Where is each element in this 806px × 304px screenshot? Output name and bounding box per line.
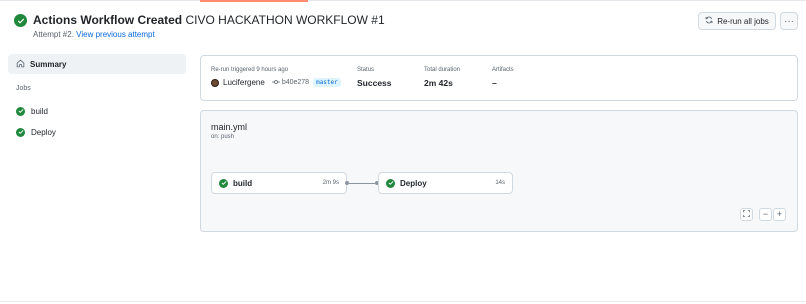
- artifacts-label: Artifacts: [492, 67, 514, 73]
- fullscreen-button[interactable]: [740, 208, 753, 221]
- workflow-graph: main.yml on: push build 2m 9s Deploy 14s…: [200, 110, 798, 232]
- actor-link[interactable]: Lucifergene: [223, 78, 265, 87]
- sidebar-item-deploy[interactable]: Deploy: [16, 125, 56, 139]
- zoom-in-button[interactable]: +: [773, 208, 786, 221]
- more-options-button[interactable]: ···: [780, 12, 798, 30]
- status-label: Status: [357, 67, 375, 73]
- run-success-icon: [14, 14, 27, 27]
- home-icon: [16, 59, 25, 70]
- check-circle-icon: [16, 127, 25, 137]
- job-duration: 14s: [495, 180, 505, 186]
- attempt-text: Attempt #2.: [33, 30, 74, 39]
- check-circle-icon: [386, 178, 395, 188]
- status-value: Success: [357, 78, 392, 88]
- job-name: Deploy: [400, 178, 427, 188]
- workflow-trigger: on: push: [211, 134, 235, 140]
- attempt-info: Attempt #2. View previous attempt: [33, 30, 155, 39]
- view-previous-attempt-link[interactable]: View previous attempt: [76, 30, 155, 39]
- duration-label: Total duration: [424, 67, 461, 73]
- graph-job-build[interactable]: build 2m 9s: [211, 172, 347, 194]
- kebab-horizontal-icon: ···: [784, 15, 794, 27]
- plus-icon: +: [776, 209, 783, 219]
- jobs-heading: Jobs: [16, 85, 31, 92]
- active-tab-indicator: [200, 0, 308, 2]
- sync-icon: [705, 16, 713, 26]
- sidebar-item-label: build: [31, 106, 48, 116]
- check-circle-icon: [219, 178, 228, 188]
- artifacts-value: –: [492, 78, 497, 88]
- rerun-label: Re-run all jobs: [717, 16, 769, 26]
- workflow-run-title: Actions Workflow Created: [33, 13, 183, 27]
- workflow-name: CIVO HACKATHON WORKFLOW #1: [185, 13, 385, 27]
- sidebar-item-summary[interactable]: Summary: [8, 54, 186, 74]
- sidebar-item-build[interactable]: build: [16, 104, 48, 118]
- sidebar-item-label: Summary: [30, 59, 67, 69]
- trigger-label: Re-run triggered 9 hours ago: [211, 67, 289, 73]
- bottom-divider: [0, 301, 806, 302]
- avatar: [211, 78, 219, 87]
- workflow-file-name: main.yml: [211, 122, 248, 132]
- page-title: Actions Workflow Created CIVO HACKATHON …: [33, 13, 385, 27]
- minus-icon: −: [762, 209, 769, 219]
- commit-link[interactable]: b40e278: [271, 79, 310, 87]
- job-duration: 2m 9s: [322, 180, 339, 186]
- screen-full-icon: [743, 210, 750, 219]
- job-name: build: [233, 178, 253, 188]
- commit-sha: b40e278: [281, 79, 310, 86]
- branch-tag[interactable]: master: [313, 78, 341, 87]
- job-connector: [349, 183, 375, 184]
- duration-value: 2m 42s: [424, 78, 453, 88]
- top-border: [0, 0, 806, 1]
- sidebar-item-label: Deploy: [31, 127, 56, 137]
- graph-job-deploy[interactable]: Deploy 14s: [378, 172, 513, 194]
- check-circle-icon: [16, 106, 25, 116]
- trigger-details: Lucifergene b40e278 master: [211, 78, 341, 87]
- zoom-out-button[interactable]: −: [759, 208, 772, 221]
- git-commit-icon: [271, 79, 280, 87]
- rerun-all-jobs-button[interactable]: Re-run all jobs: [698, 12, 776, 30]
- run-summary-panel: Re-run triggered 9 hours ago Lucifergene…: [200, 55, 798, 101]
